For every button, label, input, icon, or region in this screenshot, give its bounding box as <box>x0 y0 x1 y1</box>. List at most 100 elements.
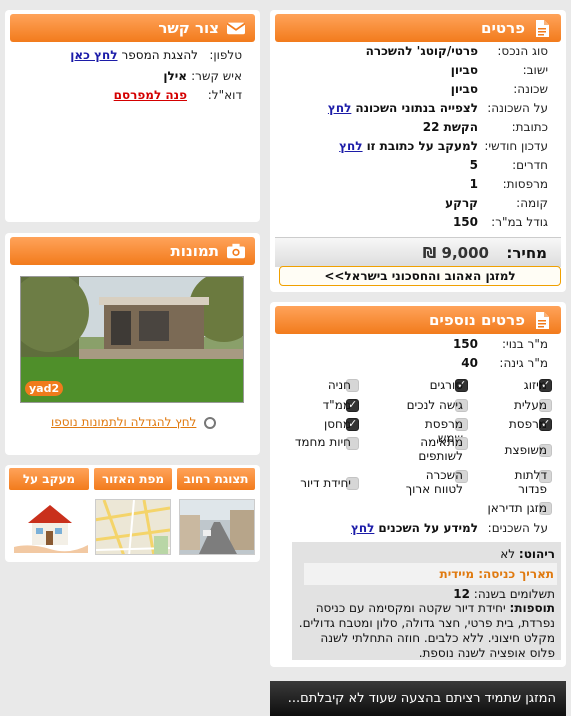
garden-area-label: מ"ר גינה: <box>499 356 548 370</box>
detail-label: ישוב: <box>522 63 548 77</box>
contact-title: צור קשר <box>158 19 219 37</box>
tenants-label: על השכנים: <box>487 521 548 535</box>
detail-value: סביון <box>450 63 478 77</box>
feature-label: מרפסת <box>508 417 547 431</box>
extra-info-box: ריהוט: לא תאריך כניסה: מיידית תשלומים בש… <box>292 542 561 660</box>
detail-label: מרפסות: <box>502 177 548 191</box>
feature-label: מחסן <box>323 417 351 431</box>
feature-label: יחידת דיור <box>300 476 351 490</box>
detail-row: שכונה: סביון <box>451 82 548 96</box>
contact-panel: צור קשר טלפון: להצגת המספר לחץ כאן איש ק… <box>5 10 260 222</box>
tab-area-map[interactable]: מפת האזור <box>94 468 172 490</box>
furniture-label: ריהוט: <box>518 547 555 561</box>
contact-header: צור קשר <box>10 14 255 42</box>
detail-row: עדכון חודשי: למעקב על כתובת זו לחץ <box>339 139 548 153</box>
tab-building-tracking-label: מעקב על בניינים <box>22 472 76 490</box>
tenants-link[interactable]: לחץ <box>351 521 374 535</box>
contact-person-label: איש קשר: <box>191 69 242 83</box>
more-details-panel: פרטים נוספים מ"ר בנוי: 150 מ"ר גינה: 40 … <box>270 302 566 667</box>
feature-label: מיזוג <box>523 378 547 392</box>
more-details-header: פרטים נוספים <box>275 306 561 334</box>
contact-person-value: אילן <box>163 69 187 83</box>
photos-panel: תמונות yad2 לחץ להגדלה ולתמונות נוספו <box>5 233 260 455</box>
ac-banner-link[interactable]: למזגן האהוב והחסכוני בישראל>> <box>279 266 561 286</box>
tab-street-view-label: תצוגת רחוב <box>183 472 249 486</box>
details-header: פרטים <box>275 14 561 42</box>
detail-label: חדרים: <box>512 158 548 172</box>
detail-row: על השכונה: לצפייה בנתוני השכונה לחץ <box>328 101 548 115</box>
feature-label: מתאימה לשותפים <box>418 435 463 463</box>
feature-label: חניה <box>327 378 351 392</box>
street-view-thumbnail[interactable] <box>179 499 255 555</box>
document-icon <box>533 19 551 37</box>
camera-icon <box>227 242 245 260</box>
feature-label: חיות מחמד <box>294 435 351 449</box>
detail-row: חדרים: 5 <box>470 158 548 172</box>
feature-label: השכרה לטווח ארוך <box>405 468 463 496</box>
property-photo[interactable]: yad2 <box>20 276 244 403</box>
detail-label: קומה: <box>516 196 548 210</box>
price-box: מחיר: 9,000 ₪ <box>275 237 561 267</box>
furniture-value: לא <box>500 547 516 561</box>
ac-banner-text: למזגן האהוב והחסכוני בישראל>> <box>324 269 516 283</box>
details-panel: פרטים סוג הנכס: פרטי/קוטג' להשכרה ישוב: סבי… <box>270 10 566 292</box>
price-value: 9,000 ₪ <box>422 244 489 262</box>
envelope-icon <box>227 19 245 37</box>
feature-label: מעלית <box>513 398 547 412</box>
feature-label: דלתות פנדור <box>514 468 547 496</box>
feature-label: ממ"ד <box>322 398 351 412</box>
extras-label: תוספות: <box>509 601 555 615</box>
bottom-ad-banner[interactable]: המזגן שתמיד רציתם בהצעה שעוד לא קיבלתם..… <box>270 681 566 716</box>
detail-value: 5 <box>469 158 478 172</box>
detail-label: סוג הנכס: <box>497 44 548 58</box>
detail-row: קומה: קרקע <box>445 196 548 210</box>
feature-label: גישה לנכים <box>406 398 463 412</box>
magnifier-icon <box>204 416 217 429</box>
detail-label: שכונה: <box>513 82 548 96</box>
email-advertiser-link[interactable]: פנה למפרסם <box>114 88 187 102</box>
built-area-value: 150 <box>452 337 478 351</box>
details-title: פרטים <box>481 19 525 37</box>
email-label: דוא"ל: <box>207 88 242 102</box>
detail-value: קרקע <box>445 196 478 210</box>
detail-row: סוג הנכס: פרטי/קוטג' להשכרה <box>366 44 548 58</box>
detail-value: פרטי/קוטג' להשכרה <box>365 44 478 58</box>
building-tracking-thumbnail[interactable] <box>10 499 90 555</box>
photos-header: תמונות <box>10 237 255 265</box>
detail-label: כתובת: <box>511 120 548 134</box>
detail-link[interactable]: לחץ <box>328 101 351 115</box>
yad2-watermark: yad2 <box>25 381 64 396</box>
feature-label: סורגים <box>429 378 463 392</box>
phone-label: טלפון: <box>209 48 242 62</box>
tenants-value: למידע על השכנים <box>378 521 478 535</box>
feature-label: משופצת <box>504 443 547 457</box>
detail-row: ישוב: סביון <box>451 63 548 77</box>
detail-link[interactable]: לחץ <box>339 139 362 153</box>
detail-row: מרפסות: 1 <box>470 177 548 191</box>
detail-label: עדכון חודשי: <box>484 139 548 153</box>
more-details-title: פרטים נוספים <box>428 311 525 329</box>
extras-block: תוספות: יחידת דיור שקטה ומקסימה עם כניסה… <box>298 601 555 661</box>
payments-label: תשלומים בשנה: <box>473 587 555 601</box>
document-icon <box>533 311 551 329</box>
tab-area-map-label: מפת האזור <box>101 472 165 486</box>
price-label: מחיר: <box>506 244 547 262</box>
area-map-thumbnail[interactable] <box>95 499 171 555</box>
phone-reveal-link[interactable]: לחץ כאן <box>70 48 117 62</box>
garden-area-value: 40 <box>461 356 478 370</box>
map-tabs-panel: תצוגת רחוב מפת האזור מעקב על בניינים <box>5 465 260 562</box>
enlarge-photos-link[interactable]: לחץ להגדלה ולתמונות נוספו <box>51 415 217 429</box>
tab-building-tracking[interactable]: מעקב על בניינים <box>9 468 89 490</box>
tab-street-view[interactable]: תצוגת רחוב <box>177 468 255 490</box>
detail-row: גודל במ"ר: 150 <box>453 215 548 229</box>
feature-label: מזגן תדיראן <box>487 501 547 515</box>
detail-value: 150 <box>452 215 478 229</box>
detail-label: על השכונה: <box>487 101 548 115</box>
phone-value: להצגת המספר <box>121 48 198 62</box>
entry-date: תאריך כניסה: מיידית <box>304 563 557 585</box>
photos-title: תמונות <box>170 242 219 260</box>
payments-value: 12 <box>453 587 470 601</box>
bottom-ad-text: המזגן שתמיד רציתם בהצעה שעוד לא קיבלתם..… <box>287 691 556 706</box>
detail-row: כתובת: הקשת 22 <box>423 120 548 134</box>
detail-value: למעקב על כתובת זו <box>366 139 478 153</box>
